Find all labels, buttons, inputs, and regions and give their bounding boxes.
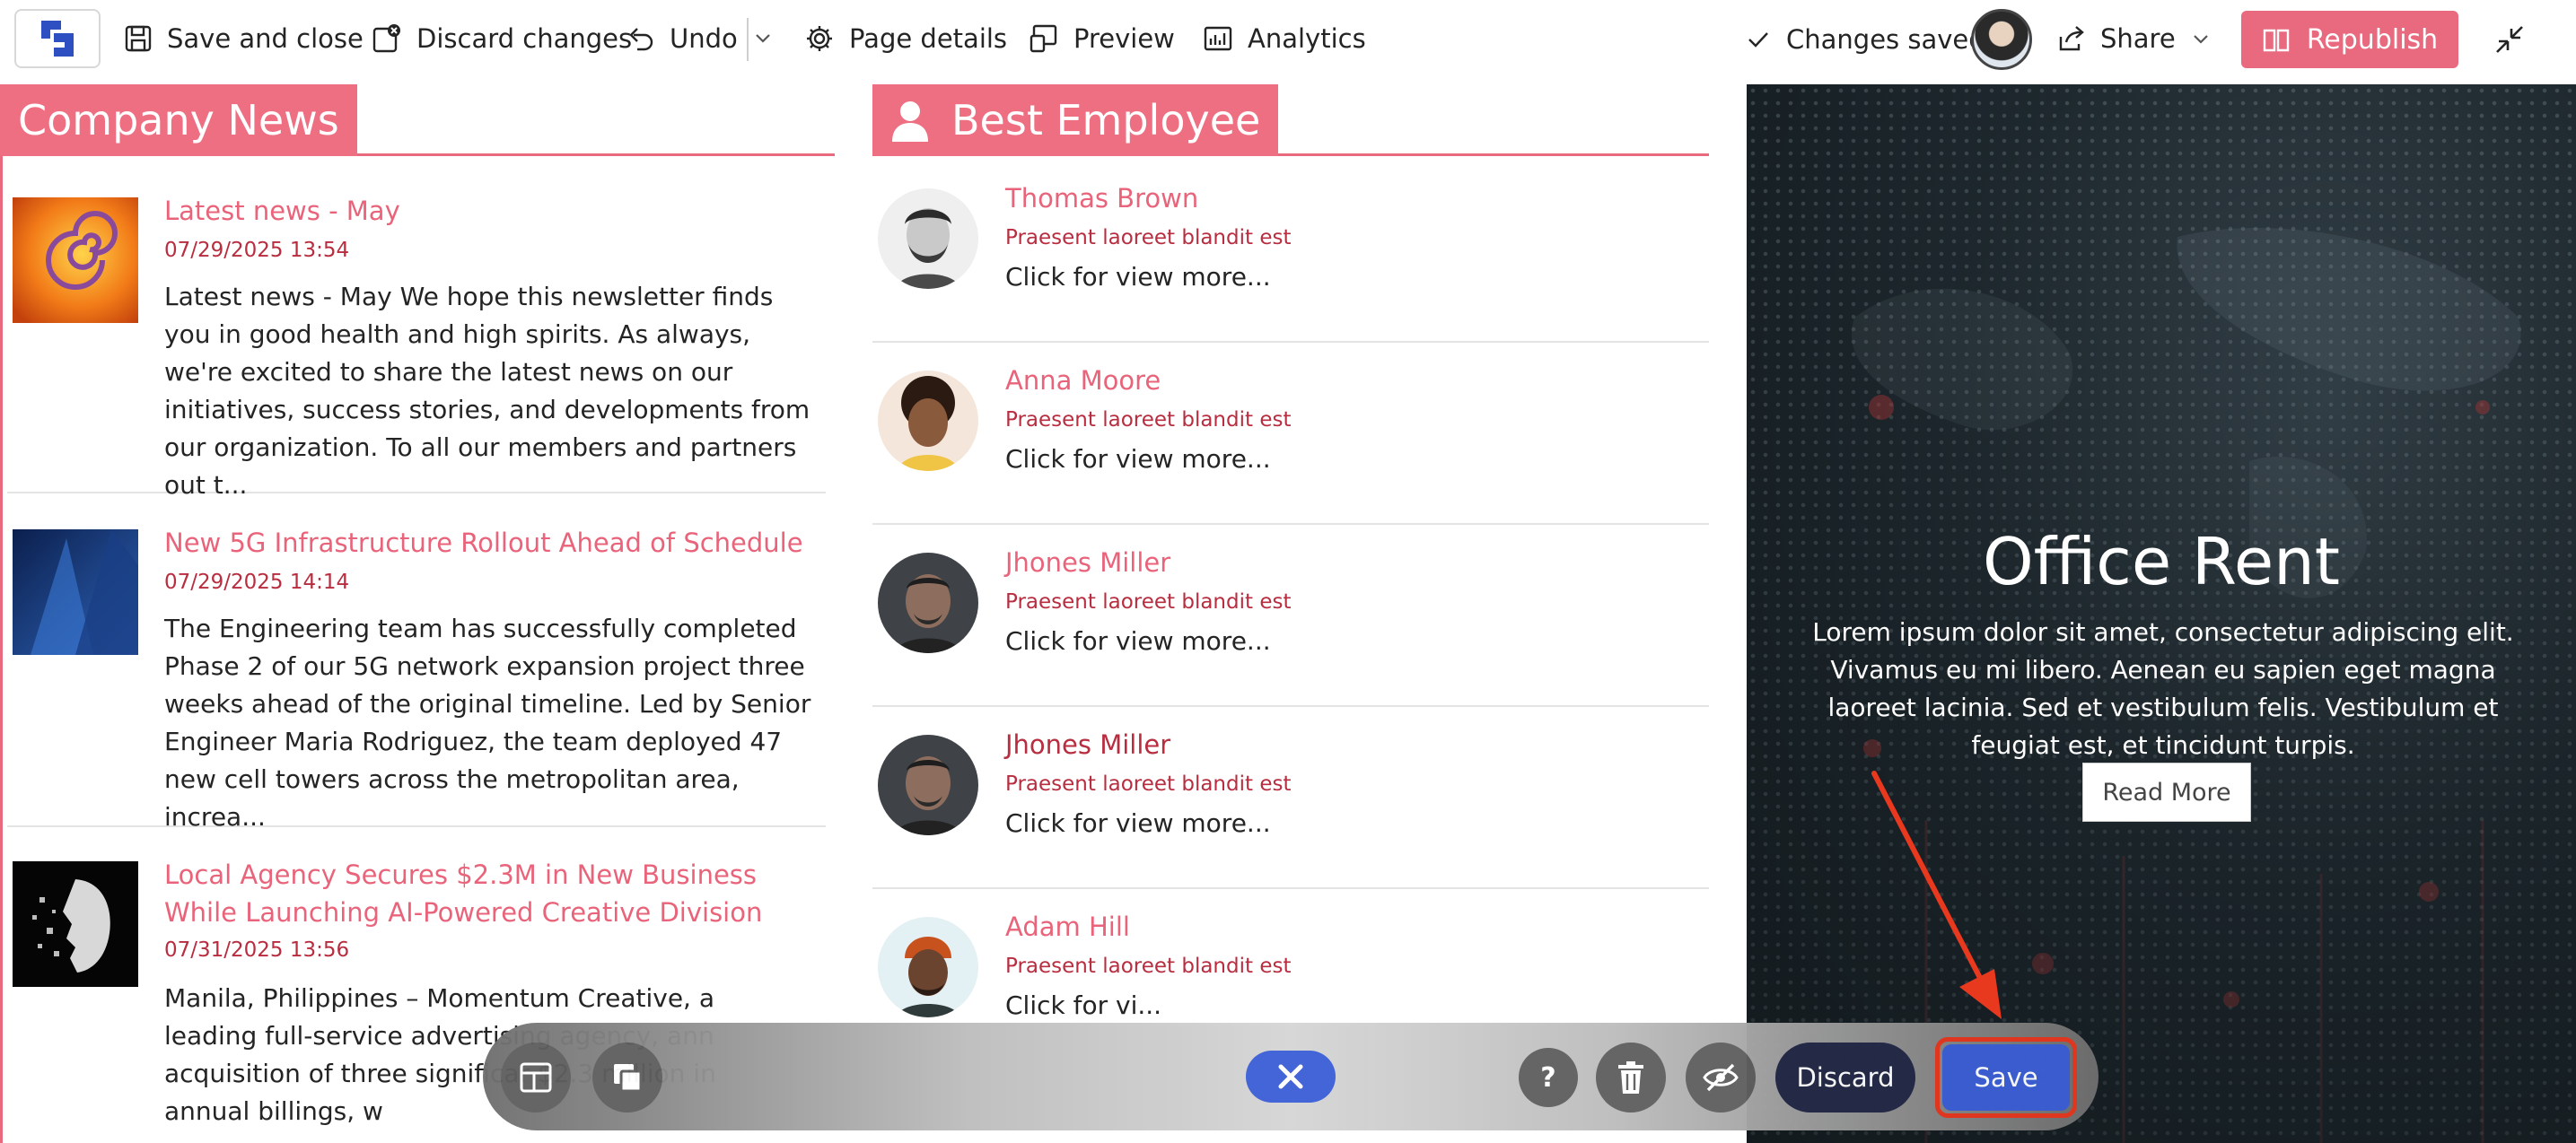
help-button[interactable]: ? xyxy=(1519,1048,1578,1107)
chevron-down-icon xyxy=(2193,35,2208,44)
app-logo[interactable] xyxy=(14,9,101,68)
trash-icon xyxy=(1618,1061,1643,1094)
copy-icon xyxy=(614,1064,643,1093)
undo-label: Undo xyxy=(670,23,738,54)
news-heading: Company News xyxy=(18,96,339,144)
employee-view-more-link[interactable]: Click for view more... xyxy=(1005,444,1271,474)
news-heading-tab: Company News xyxy=(0,84,357,156)
employee-photo xyxy=(878,553,978,653)
preview-label: Preview xyxy=(1073,23,1175,54)
eye-off-icon xyxy=(1703,1063,1739,1092)
employee-card[interactable]: Thomas Brown Praesent laoreet blandit es… xyxy=(872,161,1709,343)
preview-icon xyxy=(1030,24,1057,53)
share-label: Share xyxy=(2100,23,2176,54)
undo-divider xyxy=(747,18,749,61)
collapse-icon[interactable] xyxy=(2490,20,2529,59)
hide-section-button[interactable] xyxy=(1686,1043,1756,1112)
employee-section-header: Best Employee xyxy=(872,84,1709,156)
top-toolbar: Save and close Discard changes Undo Page… xyxy=(0,0,2576,81)
news-excerpt: The Engineering team has successfully co… xyxy=(164,614,811,832)
save-button[interactable]: Save xyxy=(1942,1044,2070,1111)
news-title[interactable]: New 5G Infrastructure Rollout Ahead of S… xyxy=(164,524,803,562)
office-rent-hero: Office Rent Lorem ipsum dolor sit amet, … xyxy=(1747,84,2576,1143)
employee-card[interactable]: Jhones Miller Praesent laoreet blandit e… xyxy=(872,526,1709,707)
employee-view-more-link[interactable]: Click for view more... xyxy=(1005,808,1271,838)
save-and-close-button[interactable]: Save and close xyxy=(124,16,364,61)
analytics-label: Analytics xyxy=(1248,23,1366,54)
help-icon: ? xyxy=(1540,1061,1556,1094)
gear-icon xyxy=(807,26,832,51)
checkmark-icon xyxy=(1748,32,1768,48)
analytics-button[interactable]: Analytics xyxy=(1203,16,1366,61)
discard-icon xyxy=(372,24,400,53)
undo-button[interactable]: Undo xyxy=(626,16,738,61)
layout-button[interactable] xyxy=(501,1043,571,1112)
copy-section-button[interactable] xyxy=(592,1043,662,1112)
news-date: 07/29/2025 13:54 xyxy=(164,239,350,262)
hero-description: Lorem ipsum dolor sit amet, consectetur … xyxy=(1812,617,2514,760)
skyscraper-thumbnail xyxy=(13,529,138,655)
employee-subtitle: Praesent laoreet blandit est xyxy=(1005,772,1292,796)
employee-card[interactable]: Anna Moore Praesent laoreet blandit est … xyxy=(872,344,1709,525)
book-icon xyxy=(2263,29,2290,52)
news-date: 07/31/2025 13:56 xyxy=(164,938,350,962)
employee-photo xyxy=(878,188,978,289)
news-left-border xyxy=(0,84,3,1143)
floating-edit-toolbar: ? Discard Save xyxy=(483,1023,2098,1130)
employee-card[interactable]: Jhones Miller Praesent laoreet blandit e… xyxy=(872,708,1709,889)
employee-subtitle: Praesent laoreet blandit est xyxy=(1005,408,1292,432)
share-icon xyxy=(2059,26,2084,51)
employee-name[interactable]: Adam Hill xyxy=(1005,912,1130,942)
analytics-icon xyxy=(1204,26,1232,51)
person-icon xyxy=(892,101,928,142)
employee-heading-tab: Best Employee xyxy=(872,84,1279,156)
preview-button[interactable]: Preview xyxy=(1029,16,1175,61)
close-edit-button[interactable] xyxy=(1246,1051,1336,1103)
nautilus-thumbnail xyxy=(13,197,138,323)
news-title[interactable]: Latest news - May xyxy=(164,192,400,230)
delete-button[interactable] xyxy=(1596,1043,1666,1112)
page-details-button[interactable]: Page details xyxy=(804,16,1007,61)
employee-view-more-link[interactable]: Click for view more... xyxy=(1005,262,1271,292)
employee-name[interactable]: Jhones Miller xyxy=(1005,547,1170,578)
employee-subtitle: Praesent laoreet blandit est xyxy=(1005,590,1292,614)
discard-changes-label: Discard changes xyxy=(416,23,633,54)
save-status: Changes saved xyxy=(1745,18,1985,61)
employee-view-more-link[interactable]: Click for view more... xyxy=(1005,626,1271,656)
news-item[interactable]: New 5G Infrastructure Rollout Ahead of S… xyxy=(7,493,826,832)
page-details-label: Page details xyxy=(849,23,1008,54)
read-more-button[interactable]: Read More xyxy=(2082,763,2251,822)
save-and-close-label: Save and close xyxy=(167,23,364,54)
logo-icon xyxy=(41,21,74,57)
employee-subtitle: Praesent laoreet blandit est xyxy=(1005,226,1292,249)
save-icon xyxy=(125,25,152,52)
user-avatar[interactable] xyxy=(1971,9,2032,70)
employee-photo xyxy=(878,371,978,471)
close-icon xyxy=(1278,1064,1303,1089)
news-title[interactable]: Local Agency Secures $2.3M in New Busine… xyxy=(164,856,793,931)
news-section-header: Company News xyxy=(0,84,835,156)
layout-icon xyxy=(520,1062,552,1093)
ai-face-thumbnail xyxy=(13,861,138,987)
undo-icon xyxy=(629,28,653,51)
discard-button[interactable]: Discard xyxy=(1775,1043,1915,1112)
news-item[interactable]: Latest news - May 07/29/2025 13:54 Lates… xyxy=(7,174,826,500)
discard-changes-button[interactable]: Discard changes xyxy=(372,16,632,61)
republish-label: Republish xyxy=(2306,23,2439,56)
employee-heading: Best Employee xyxy=(951,96,1261,144)
employee-subtitle: Praesent laoreet blandit est xyxy=(1005,955,1292,978)
employee-photo xyxy=(878,735,978,835)
employee-name[interactable]: Thomas Brown xyxy=(1005,183,1198,214)
hero-title: Office Rent xyxy=(1982,524,2340,599)
republish-button[interactable]: Republish xyxy=(2241,11,2458,68)
employee-name[interactable]: Jhones Miller xyxy=(1005,729,1170,760)
employee-name[interactable]: Anna Moore xyxy=(1005,365,1161,396)
employee-photo xyxy=(878,917,978,1017)
news-date: 07/29/2025 14:14 xyxy=(164,571,350,594)
undo-history-chevron-icon[interactable] xyxy=(752,25,774,52)
share-button[interactable]: Share xyxy=(2057,16,2212,61)
employee-view-more-link[interactable]: Click for vi... xyxy=(1005,990,1161,1020)
news-excerpt: Latest news - May We hope this newslette… xyxy=(164,282,810,500)
save-status-label: Changes saved xyxy=(1786,24,1985,55)
